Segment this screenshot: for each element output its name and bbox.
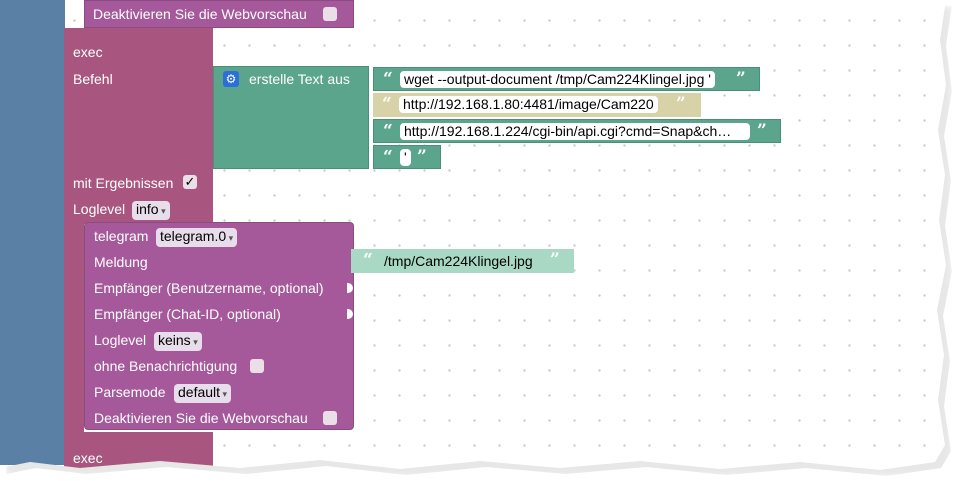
text-item-2[interactable]: “ http://192.168.1.80:4481/image/Cam220 … xyxy=(373,93,701,117)
bottom-exec-label: exec xyxy=(73,450,103,466)
empfaenger-chat-input-socket[interactable] xyxy=(347,309,353,319)
quote-close-icon: ” xyxy=(736,69,746,89)
mit-ergebnissen-checkbox[interactable]: ✓ xyxy=(183,175,197,189)
procedure-block-strip[interactable] xyxy=(0,0,65,465)
exec-label: exec xyxy=(73,44,103,60)
exec-block[interactable]: exec Befehl mit Ergebnissen ✓ Loglevel i… xyxy=(64,28,213,224)
text-item-4[interactable]: “ ' ” xyxy=(373,145,441,169)
quote-open-icon: “ xyxy=(383,147,393,167)
empfaenger-user-label: Empfänger (Benutzername, optional) xyxy=(94,280,324,296)
text-join-label: erstelle Text aus xyxy=(249,71,350,87)
mit-ergebnissen-label: mit Ergebnissen xyxy=(73,175,174,191)
empfaenger-user-input-socket[interactable] xyxy=(347,283,353,293)
gear-icon[interactable]: ⚙ xyxy=(223,71,239,87)
text-item-3[interactable]: “ http://192.168.1.224/cgi-bin/api.cgi?c… xyxy=(373,119,781,143)
telegram-loglevel-label: Loglevel xyxy=(94,332,147,348)
exec-statement-bar xyxy=(64,224,84,446)
telegram-instance-dropdown[interactable]: telegram.0 xyxy=(156,228,238,247)
empfaenger-chat-label: Empfänger (Chat-ID, optional) xyxy=(94,306,281,322)
quote-open-icon: “ xyxy=(363,250,373,270)
quote-close-icon: ” xyxy=(676,94,686,114)
meldung-text-block[interactable]: “ /tmp/Cam224Klingel.jpg ” xyxy=(351,249,574,273)
webvorschau-checkbox[interactable] xyxy=(323,411,337,425)
quote-close-icon: ” xyxy=(757,121,767,141)
blockly-workspace[interactable]: Deaktivieren Sie die Webvorschau exec Be… xyxy=(0,0,946,470)
telegram-block[interactable]: telegram telegram.0 Meldung Empfänger (B… xyxy=(84,222,354,430)
exec-loglevel-dropdown[interactable]: info xyxy=(132,201,170,220)
parsemode-dropdown[interactable]: default xyxy=(174,384,232,403)
quote-open-icon: “ xyxy=(382,94,392,114)
befehl-label: Befehl xyxy=(73,71,113,87)
meldung-text-value[interactable]: /tmp/Cam224Klingel.jpg xyxy=(384,252,533,270)
text-item-1[interactable]: “ wget --output-document /tmp/Cam224Klin… xyxy=(373,67,760,91)
text-item-3-field[interactable]: http://192.168.1.224/cgi-bin/api.cgi?cmd… xyxy=(400,123,750,140)
quote-open-icon: “ xyxy=(383,69,393,89)
webvorschau-label: Deaktivieren Sie die Webvorschau xyxy=(94,410,308,426)
ohne-benachrichtigung-label: ohne Benachrichtigung xyxy=(94,358,238,374)
text-join-block[interactable]: ⚙ erstelle Text aus xyxy=(213,66,369,169)
exec-loglevel-label: Loglevel xyxy=(73,201,126,217)
telegram-label: telegram xyxy=(94,228,149,244)
top-telegram-block[interactable]: Deaktivieren Sie die Webvorschau xyxy=(84,0,354,28)
exec-block-footer xyxy=(64,432,213,446)
top-webvorschau-label: Deaktivieren Sie die Webvorschau xyxy=(93,6,307,22)
quote-open-icon: “ xyxy=(383,121,393,141)
text-item-4-field[interactable]: ' xyxy=(400,149,411,166)
text-item-2-field[interactable]: http://192.168.1.80:4481/image/Cam220 xyxy=(399,96,658,113)
meldung-label: Meldung xyxy=(94,254,148,270)
quote-close-icon: ” xyxy=(550,250,560,270)
ohne-benachrichtigung-checkbox[interactable] xyxy=(250,359,264,373)
parsemode-label: Parsemode xyxy=(94,384,166,400)
telegram-loglevel-dropdown[interactable]: keins xyxy=(154,332,202,351)
quote-close-icon: ” xyxy=(417,147,427,167)
top-webvorschau-checkbox[interactable] xyxy=(323,7,337,21)
text-item-1-field[interactable]: wget --output-document /tmp/Cam224Klinge… xyxy=(400,71,715,88)
